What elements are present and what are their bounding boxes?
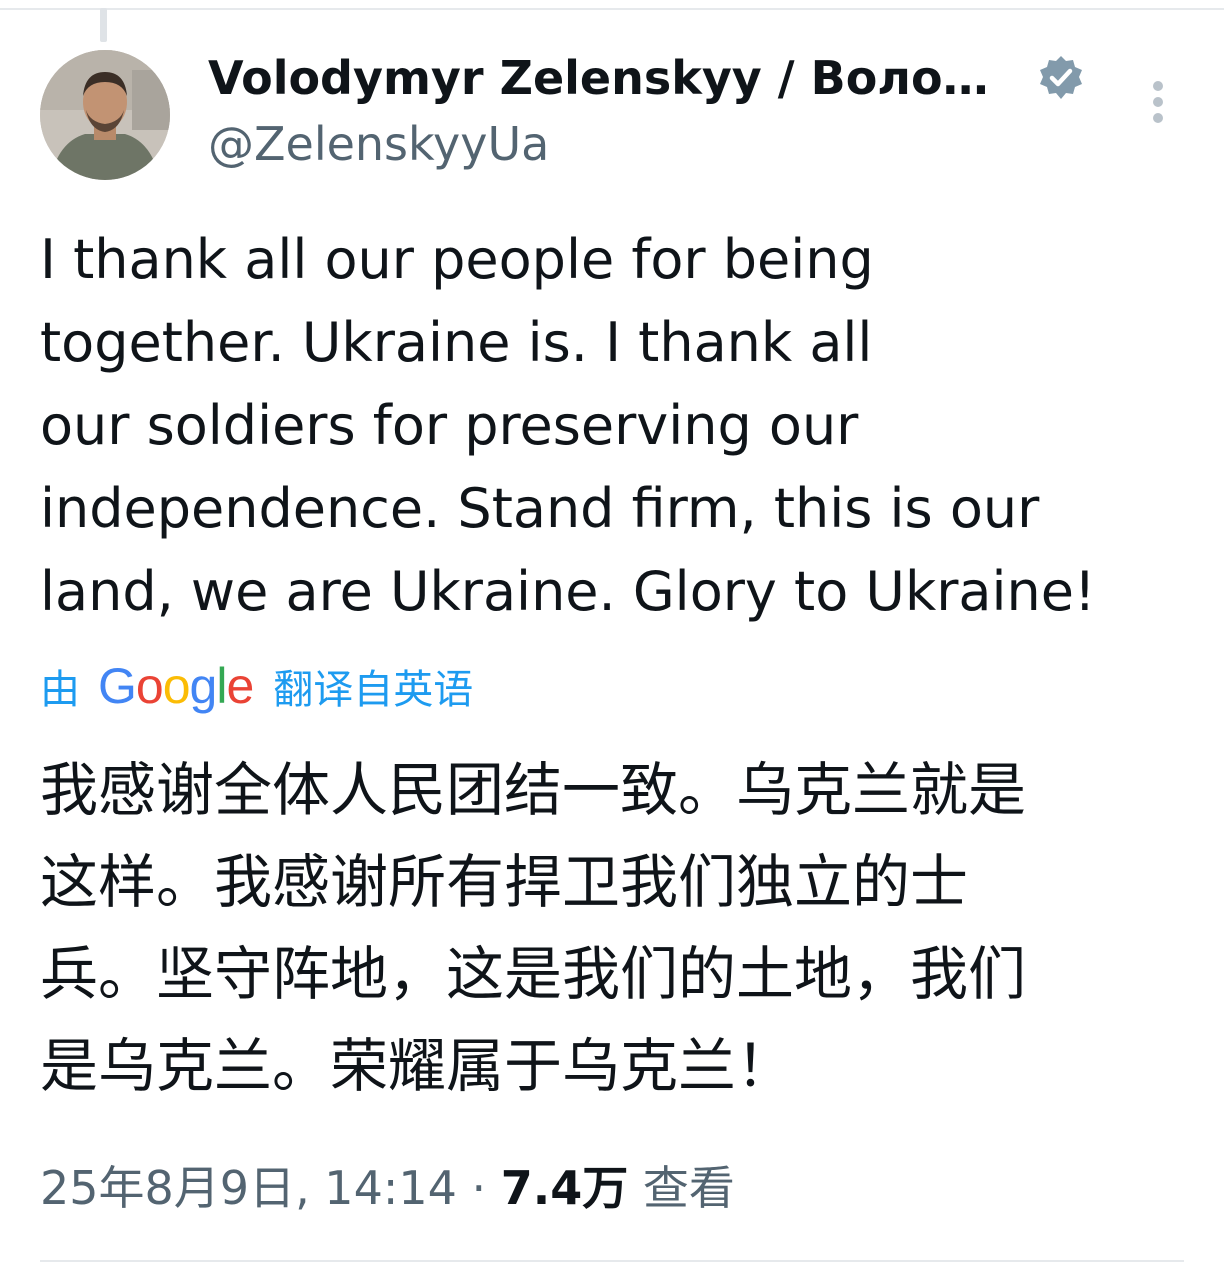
views-count: 7.4万 (500, 1161, 629, 1215)
tweet-text: I thank all our people for being togethe… (40, 218, 1200, 633)
bottom-divider (40, 1260, 1184, 1262)
top-divider (0, 8, 1224, 10)
translated-text-line: 我感谢全体人民团结一致。乌克兰就是 (40, 756, 1027, 824)
tweet-text-line: I thank all our people for being (40, 228, 874, 291)
translated-text-line: 是乌克兰。荣耀属于乌克兰！ (40, 1032, 795, 1100)
thread-connector-line (100, 8, 107, 42)
translated-text-line: 兵。坚守阵地，这是我们的土地，我们 (40, 940, 1027, 1008)
avatar-image (40, 50, 170, 180)
tweet-meta: 25年8月9日, 14:14 · 7.4万 查看 (40, 1156, 735, 1220)
author-display-name[interactable]: Volodymyr Zelenskyy / Воло… (208, 50, 989, 106)
avatar[interactable] (40, 50, 170, 180)
tweet-timestamp[interactable]: 25年8月9日, 14:14 (40, 1161, 457, 1215)
translated-tweet-text: 我感谢全体人民团结一致。乌克兰就是 这样。我感谢所有捍卫我们独立的士 兵。坚守阵… (40, 744, 1200, 1112)
author-handle[interactable]: @ZelenskyyUa (208, 116, 549, 172)
google-logo: Google (98, 658, 254, 714)
more-options-icon[interactable] (1140, 76, 1176, 128)
tweet-text-line: land, we are Ukraine. Glory to Ukraine! (40, 560, 1096, 623)
meta-separator: · (456, 1161, 501, 1215)
translated-by-label: 由 (40, 667, 80, 713)
translation-attribution[interactable]: 由 Google 翻译自英语 (40, 654, 473, 718)
tweet-text-line: independence. Stand firm, this is our (40, 477, 1040, 540)
translated-text-line: 这样。我感谢所有捍卫我们独立的士 (40, 848, 969, 916)
tweet-text-line: together. Ukraine is. I thank all (40, 311, 873, 374)
views-label: 查看 (628, 1161, 735, 1215)
verified-badge-icon[interactable] (1037, 54, 1085, 102)
translated-from-label[interactable]: 翻译自英语 (273, 657, 473, 715)
tweet-text-line: our soldiers for preserving our (40, 394, 859, 457)
